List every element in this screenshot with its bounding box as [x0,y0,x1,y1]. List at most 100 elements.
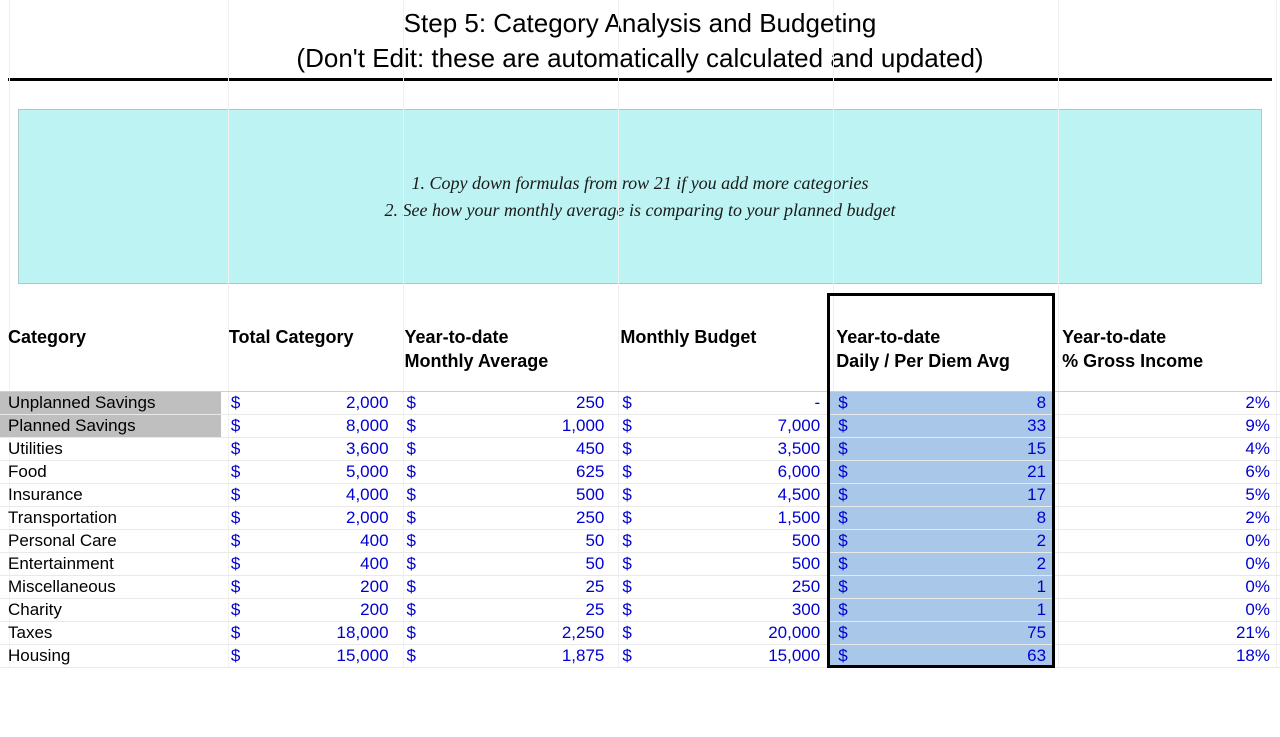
cell-daily[interactable]: $75 [828,621,1054,644]
header-monthly-avg-l2: Monthly Average [405,351,549,371]
cell-mbud[interactable]: $500 [612,552,828,575]
table-row[interactable]: Food$5,000$625$6,000$216% [0,460,1280,483]
cell-mavg[interactable]: $250 [397,391,613,414]
cell-pct[interactable]: 6% [1054,460,1280,483]
table-row[interactable]: Housing$15,000$1,875$15,000$6318% [0,644,1280,667]
table-row[interactable]: Entertainment$400$50$500$20% [0,552,1280,575]
cell-daily[interactable]: $17 [828,483,1054,506]
table-row[interactable]: Charity$200$25$300$10% [0,598,1280,621]
cell-total[interactable]: $15,000 [221,644,397,667]
cell-daily[interactable]: $33 [828,414,1054,437]
cell-total[interactable]: $18,000 [221,621,397,644]
cell-total[interactable]: $2,000 [221,506,397,529]
cell-mbud[interactable]: $20,000 [612,621,828,644]
cell-category[interactable]: Food [0,460,221,483]
cell-category[interactable]: Miscellaneous [0,575,221,598]
cell-mbud[interactable]: $4,500 [612,483,828,506]
cell-category[interactable]: Unplanned Savings [0,391,221,414]
table-row[interactable]: Utilities$3,600$450$3,500$154% [0,437,1280,460]
table-row[interactable]: Personal Care$400$50$500$20% [0,529,1280,552]
cell-pct[interactable]: 0% [1054,529,1280,552]
cell-total[interactable]: $3,600 [221,437,397,460]
cell-mavg[interactable]: $50 [397,552,613,575]
cell-pct[interactable]: 0% [1054,575,1280,598]
cell-mavg[interactable]: $2,250 [397,621,613,644]
cell-mavg[interactable]: $500 [397,483,613,506]
cell-mavg[interactable]: $25 [397,575,613,598]
cell-pct[interactable]: 5% [1054,483,1280,506]
cell-daily[interactable]: $15 [828,437,1054,460]
cell-total[interactable]: $400 [221,552,397,575]
cell-mavg[interactable]: $1,000 [397,414,613,437]
cell-category[interactable]: Entertainment [0,552,221,575]
budget-table[interactable]: Category Total Category Year-to-date Mon… [0,294,1280,668]
cell-value: 2% [1062,508,1274,528]
cell-category[interactable]: Transportation [0,506,221,529]
cell-total[interactable]: $4,000 [221,483,397,506]
cell-daily[interactable]: $1 [828,598,1054,621]
currency-symbol: $ [620,462,631,482]
cell-daily[interactable]: $21 [828,460,1054,483]
cell-category[interactable]: Personal Care [0,529,221,552]
cell-mavg[interactable]: $50 [397,529,613,552]
cell-category[interactable]: Housing [0,644,221,667]
table-row[interactable]: Transportation$2,000$250$1,500$8 2% [0,506,1280,529]
cell-category[interactable]: Charity [0,598,221,621]
table-row[interactable]: Insurance$4,000$500$4,500$175% [0,483,1280,506]
cell-mavg[interactable]: $250 [397,506,613,529]
cell-total[interactable]: $8,000 [221,414,397,437]
cell-daily[interactable]: $2 [828,529,1054,552]
cell-pct[interactable]: 4% [1054,437,1280,460]
cell-mbud[interactable]: $- [612,391,828,414]
cell-mavg[interactable]: $1,875 [397,644,613,667]
table-row[interactable]: Unplanned Savings$2,000$250$-$82% [0,391,1280,414]
cell-value: 5,000 [346,462,391,482]
cell-value: 500 [792,531,822,551]
cell-mavg[interactable]: $25 [397,598,613,621]
cell-mbud[interactable]: $300 [612,598,828,621]
table-row[interactable]: Planned Savings$8,000$1,000$7,000$339% [0,414,1280,437]
cell-pct[interactable]: 0% [1054,552,1280,575]
cell-value: 2,250 [562,623,607,643]
cell-mbud[interactable]: $3,500 [612,437,828,460]
table-row[interactable]: Taxes$18,000$2,250$20,000$7521% [0,621,1280,644]
currency-symbol: $ [836,623,847,643]
cell-pct[interactable]: 2% [1054,506,1280,529]
table-row[interactable]: Miscellaneous$200$25$250$10% [0,575,1280,598]
cell-mbud[interactable]: $1,500 [612,506,828,529]
title-line1: Step 5: Category Analysis and Budgeting [0,6,1280,41]
cell-mavg[interactable]: $450 [397,437,613,460]
cell-pct[interactable]: 2% [1054,391,1280,414]
cell-total[interactable]: $200 [221,575,397,598]
header-pct-gross[interactable]: Year-to-date % Gross Income [1054,294,1280,391]
cell-category[interactable]: Insurance [0,483,221,506]
cell-mbud[interactable]: $500 [612,529,828,552]
header-category[interactable]: Category [0,294,221,391]
cell-total[interactable]: $5,000 [221,460,397,483]
cell-total[interactable]: $2,000 [221,391,397,414]
cell-mbud[interactable]: $6,000 [612,460,828,483]
cell-pct[interactable]: 9% [1054,414,1280,437]
cell-mavg[interactable]: $625 [397,460,613,483]
cell-total[interactable]: $200 [221,598,397,621]
cell-daily[interactable]: $8 [828,391,1054,414]
cell-pct[interactable]: 21% [1054,621,1280,644]
cell-pct[interactable]: 18% [1054,644,1280,667]
cell-category[interactable]: Planned Savings [0,414,221,437]
cell-category[interactable]: Taxes [0,621,221,644]
header-total[interactable]: Total Category [221,294,397,391]
cell-category[interactable]: Utilities [0,437,221,460]
cell-daily[interactable]: $63 [828,644,1054,667]
cell-daily[interactable]: $8 [828,506,1054,529]
cell-mbud[interactable]: $250 [612,575,828,598]
cell-mbud[interactable]: $7,000 [612,414,828,437]
header-monthly-avg[interactable]: Year-to-date Monthly Average [397,294,613,391]
header-daily-avg[interactable]: Year-to-date Daily / Per Diem Avg [828,294,1054,391]
header-monthly-budget[interactable]: Monthly Budget [612,294,828,391]
cell-daily[interactable]: $1 [828,575,1054,598]
cell-mbud[interactable]: $15,000 [612,644,828,667]
cell-pct[interactable]: 0% [1054,598,1280,621]
cell-total[interactable]: $400 [221,529,397,552]
currency-symbol: $ [620,554,631,574]
cell-daily[interactable]: $2 [828,552,1054,575]
